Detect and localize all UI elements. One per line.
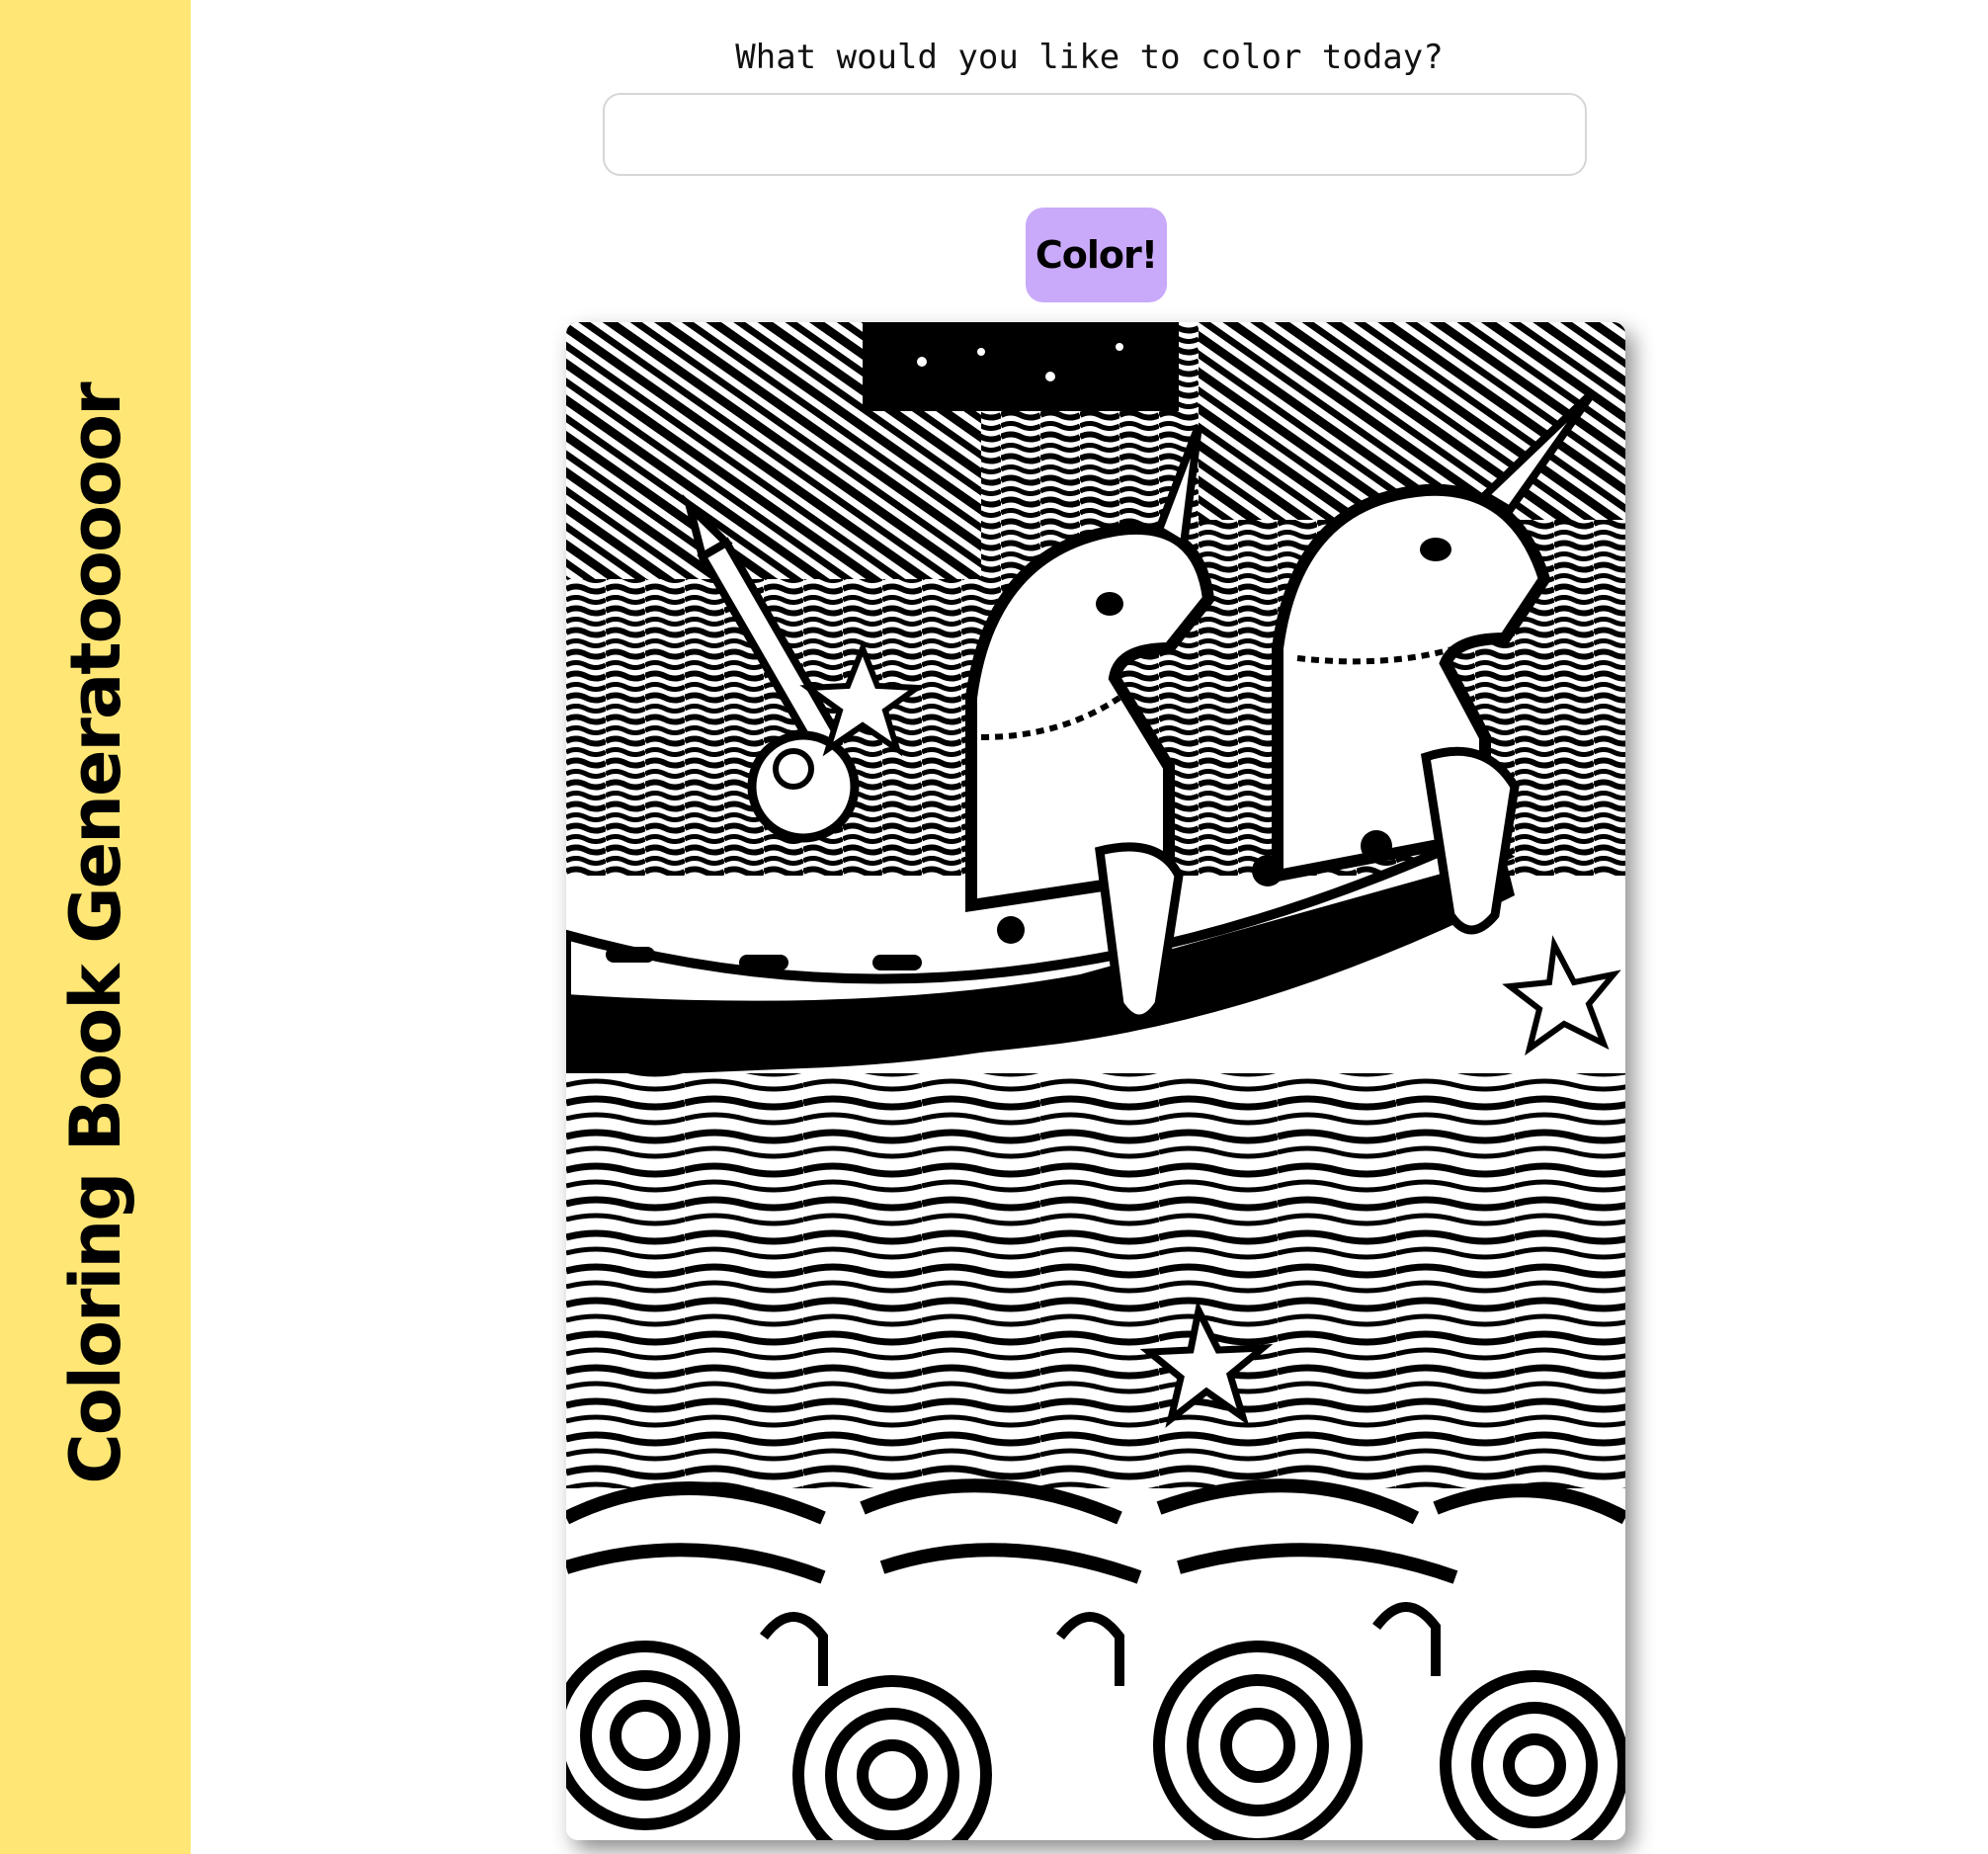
generated-coloring-image	[566, 322, 1625, 1840]
main-content: What would you like to color today? Colo…	[191, 0, 1988, 1854]
sidebar: Coloring Book Generatooooor	[0, 0, 191, 1854]
app-title: Coloring Book Generatooooor	[55, 383, 136, 1484]
prompt-label: What would you like to color today?	[735, 38, 1444, 77]
prompt-input[interactable]	[603, 93, 1587, 176]
color-button[interactable]: Color!	[1026, 208, 1167, 302]
